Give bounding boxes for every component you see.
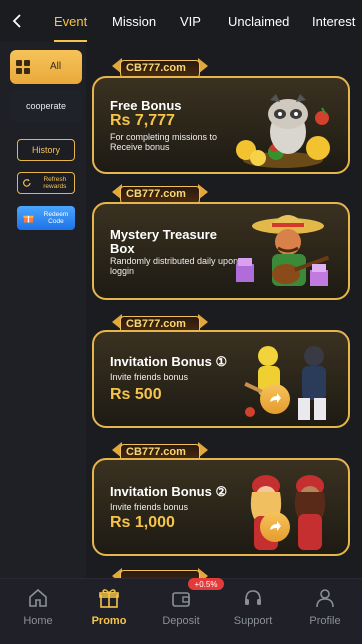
nav-label: Home [23,615,53,627]
promo-card-invitation-2[interactable]: Invitation Bonus ② Invite friends bonus … [92,458,350,556]
refresh-label: Refresh rewards [43,176,67,190]
tab-interest[interactable]: Interest [312,0,355,42]
promo-amount: Rs 7,777 [110,112,175,129]
tab-vip[interactable]: VIP [180,0,201,42]
tab-event[interactable]: Event [54,0,88,42]
refresh-rewards-button[interactable]: Refresh rewards [17,172,75,194]
nav-label: Promo [91,615,127,627]
sidebar: All cooperate History Refresh rewards Re… [0,42,86,578]
gift-icon [23,215,34,223]
bottom-nav: Home Promo Deposit Support Profile [0,578,362,644]
raccoon-mascot-icon [236,94,330,168]
redeem-code-button[interactable]: Redeem Code [17,206,75,230]
deposit-badge: +0.5% [188,578,224,590]
promo-amount: Rs 500 [110,386,162,403]
history-button[interactable]: History [17,139,75,161]
wallet-icon [172,592,190,607]
promo-title: Free Bonus [110,98,182,113]
tab-mission[interactable]: Mission [112,0,156,42]
go-button[interactable] [260,512,290,542]
back-button[interactable] [0,0,34,42]
sidebar-item-cooperate[interactable]: cooperate [10,90,82,122]
user-icon [316,589,334,608]
chevron-left-icon [12,14,21,28]
promo-list: CB777.com Free Bonus Rs 7,777 For comple… [88,42,362,578]
promo-desc: Invite friends bonus [110,502,189,512]
promo-card-mystery-box[interactable]: Mystery Treasure Box Randomly distribute… [92,202,350,300]
gift-icon [99,589,119,608]
nav-deposit[interactable]: Deposit [151,585,211,639]
nav-label: Deposit [162,615,200,627]
redeem-label: Redeem Code [43,211,69,225]
sidebar-item-label: cooperate [25,101,67,111]
mariachi-guitar-icon [236,215,330,286]
nav-promo[interactable]: Promo [79,585,139,639]
arrow-forward-icon [270,521,281,531]
promo-title: Invitation Bonus ② [110,484,228,499]
nav-profile[interactable]: Profile [295,585,355,639]
promo-card-free-bonus[interactable]: Free Bonus Rs 7,777 For completing missi… [92,76,350,174]
sidebar-item-label: All [50,61,62,72]
nav-home[interactable]: Home [8,585,68,639]
nav-label: Profile [309,615,341,627]
arrow-forward-icon [270,393,281,403]
top-nav: Event Mission VIP Unclaimed Interest [0,0,362,42]
sidebar-item-all[interactable]: All [10,50,82,84]
cb777-logo [112,566,208,578]
tab-unclaimed[interactable]: Unclaimed [228,0,289,42]
history-label: History [31,145,60,155]
home-icon [29,588,47,607]
go-button[interactable] [260,384,290,414]
headset-icon [245,590,261,605]
promo-card-invitation-1[interactable]: Invitation Bonus ① Invite friends bonus … [92,330,350,428]
promo-amount: Rs 1,000 [110,514,175,531]
grid-icon [16,60,30,74]
refresh-icon [23,178,31,187]
promo-title: Mystery Treasure Box [110,227,217,256]
nav-label: Support [233,615,273,627]
promo-title: Invitation Bonus ① [110,354,228,369]
promo-desc: Invite friends bonus [110,372,189,382]
nav-support[interactable]: Support [223,585,283,639]
